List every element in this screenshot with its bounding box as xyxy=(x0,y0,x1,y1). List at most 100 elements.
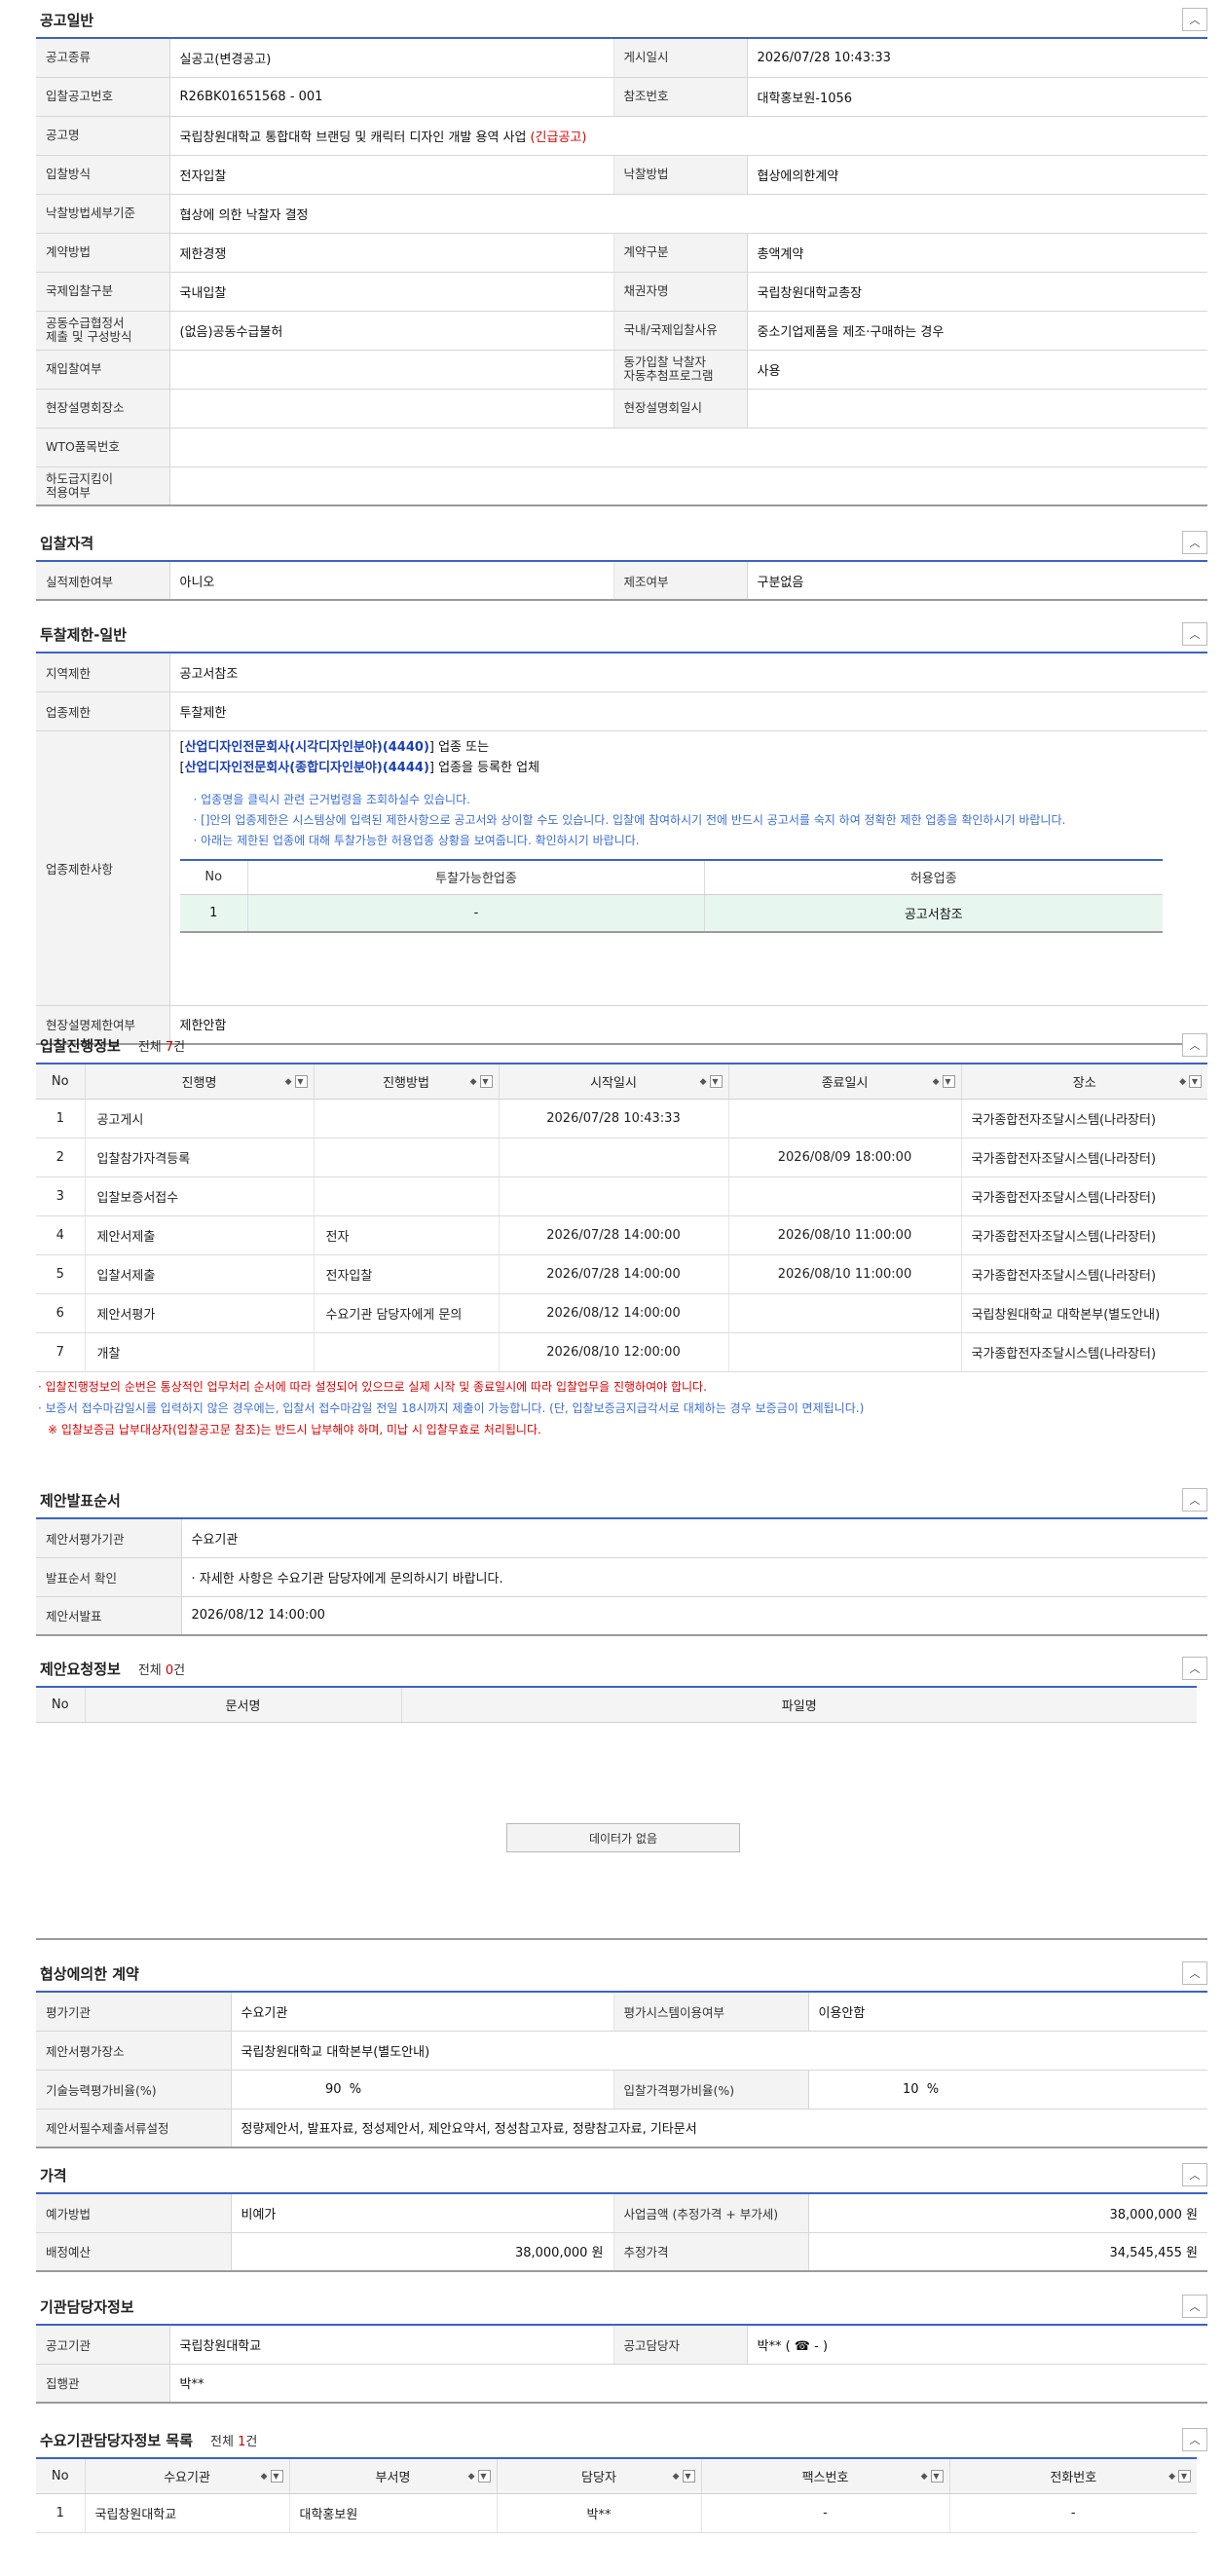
cell: 개찰 xyxy=(85,1332,315,1372)
column-header[interactable]: 전화번호 ◆ ▼ xyxy=(949,2458,1197,2494)
row-label: 공고기관 xyxy=(36,2325,170,2365)
cell: 국가종합전자조달시스템(나라장터) xyxy=(961,1138,1207,1177)
sort-icon[interactable]: ◆ ▼ xyxy=(921,2470,944,2483)
sort-icon[interactable]: ◆ ▼ xyxy=(261,2470,283,2483)
cell: - xyxy=(701,2493,950,2533)
chevron-up-icon[interactable]: ︿ xyxy=(1182,2428,1207,2451)
row-value: 10 % xyxy=(808,2070,1207,2109)
cell: 6 xyxy=(36,1293,86,1333)
table-row[interactable]: 6 제안서평가 수요기관 담당자에게 문의 2026/08/12 14:00:00 국립… xyxy=(36,1293,1207,1333)
cell xyxy=(499,1176,729,1216)
sort-icon[interactable]: ◆ ▼ xyxy=(285,1075,308,1088)
row-value: 아니오 xyxy=(169,561,614,601)
sort-icon[interactable]: ◆ ▼ xyxy=(933,1075,955,1088)
row-value: 이용안함 xyxy=(808,1992,1207,2032)
row-label: 참조번호 xyxy=(613,77,748,117)
chevron-up-icon[interactable]: ︿ xyxy=(1182,1488,1207,1512)
row-label: 평가기관 xyxy=(36,1992,232,2032)
sort-icon[interactable]: ◆ ▼ xyxy=(1168,2470,1191,2483)
table-row: 입찰방식 전자입찰 낙찰방법 협상에의한계약 xyxy=(36,155,1207,195)
sort-icon[interactable]: ◆ ▼ xyxy=(470,1075,493,1088)
chevron-up-icon[interactable]: ︿ xyxy=(1182,2295,1207,2318)
industry-line-1: [산업디자인전문회사(시각디자인분야)(4440)] 업종 또는 xyxy=(179,739,490,755)
cell xyxy=(314,1138,500,1177)
chevron-up-icon[interactable]: ︿ xyxy=(1182,8,1207,31)
cell: 전자입찰 xyxy=(314,1254,500,1294)
sort-icon[interactable]: ◆ ▼ xyxy=(673,2470,695,2483)
section-negotiation: 협상에의한 계약 ︿ 평가기관 수요기관 평가시스템이용여부 이용안함 제안서평… xyxy=(36,1956,1207,2148)
column-header[interactable]: 담당자 ◆ ▼ xyxy=(497,2458,702,2494)
row-value: 공고서참조 xyxy=(169,653,1207,692)
chevron-up-icon[interactable]: ︿ xyxy=(1182,2163,1207,2186)
section-progress: 입찰진행정보 전체 7건 ︿ No 진행명 ◆ ▼ 진행방법 ◆ ▼ 시작일시 ◆ ▼ 종료일시 ◆ ▼ 장… xyxy=(36,1027,1207,1440)
cell: 2 xyxy=(36,1138,86,1177)
table-row[interactable]: 7 개찰 2026/08/10 12:00:00 국가종합전자조달시스템(나라장터) xyxy=(36,1332,1207,1372)
industry-link[interactable]: 산업디자인전문회사(시각디자인분야)(4440) xyxy=(185,740,429,755)
table-row[interactable]: 1 공고게시 2026/07/28 10:43:33 국가종합전자조달시스템(나라장터… xyxy=(36,1099,1207,1139)
column-header[interactable]: 수요기관 ◆ ▼ xyxy=(85,2458,290,2494)
chevron-up-icon[interactable]: ︿ xyxy=(1182,531,1207,554)
row-label: 업종제한사항 xyxy=(36,730,170,1006)
chevron-up-icon[interactable]: ︿ xyxy=(1182,1657,1207,1680)
sort-icon[interactable]: ◆ ▼ xyxy=(700,1075,723,1088)
chevron-up-icon[interactable]: ︿ xyxy=(1182,1033,1207,1057)
cell: 1 xyxy=(36,1099,86,1139)
row-value: 국내입찰 xyxy=(169,272,614,312)
industry-link[interactable]: 산업디자인전문회사(종합디자인분야)(4444) xyxy=(185,761,429,775)
notes-list: 업종명을 클릭시 관련 근거법령을 조회하실수 있습니다. []안의 업종제한은… xyxy=(188,790,1199,851)
row-label: 제안서평가기관 xyxy=(36,1518,182,1558)
row-label: 하도급지킴이 적용여부 xyxy=(36,467,170,506)
column-header[interactable]: No xyxy=(36,2458,86,2494)
row-label: 채권자명 xyxy=(613,272,748,312)
column-header[interactable]: No xyxy=(36,1064,86,1100)
table-row[interactable]: 1 - 공고서참조 xyxy=(179,894,1163,933)
section-title: 가격 xyxy=(40,2166,67,2184)
cell: 전자 xyxy=(314,1215,500,1255)
section-restriction: 투찰제한-일반 ︿ 지역제한 공고서참조 업종제한 투찰제한 업종제한사항 [산… xyxy=(36,616,1207,1045)
column-header[interactable]: 팩스번호 ◆ ▼ xyxy=(701,2458,950,2494)
table-row[interactable]: 2 입찰참가자격등록 2026/08/09 18:00:00 국가종합전자조달시스템(… xyxy=(36,1138,1207,1177)
cell: - xyxy=(247,894,705,933)
row-label: 입찰방식 xyxy=(36,155,170,195)
cell: 국가종합전자조달시스템(나라장터) xyxy=(961,1099,1207,1139)
column-header[interactable]: 진행방법 ◆ ▼ xyxy=(314,1064,500,1100)
info-text: · 보증서 접수마감일시를 입력하지 않은 경우에는, 입찰서 접수마감일 전일… xyxy=(38,1400,865,1415)
row-value: 대학홍보원-1056 xyxy=(747,77,1207,117)
table-row[interactable]: 1 국립창원대학교 대학홍보원 박** - - xyxy=(36,2493,1197,2533)
sort-icon[interactable]: ◆ ▼ xyxy=(1179,1075,1202,1088)
cell: 수요기관 담당자에게 문의 xyxy=(314,1293,500,1333)
row-value: R26BK01651568 - 001 xyxy=(169,77,614,117)
column-header[interactable]: 장소 ◆ ▼ xyxy=(961,1064,1207,1100)
row-value: 국립창원대학교 대학본부(별도안내) xyxy=(231,2031,1207,2071)
column-header: 파일명 xyxy=(401,1687,1197,1723)
cell: 3 xyxy=(36,1176,86,1216)
sort-icon[interactable]: ◆ ▼ xyxy=(468,2470,491,2483)
row-label: 입찰공고번호 xyxy=(36,77,170,117)
column-header[interactable]: 시작일시 ◆ ▼ xyxy=(499,1064,729,1100)
cell: 대학홍보원 xyxy=(289,2493,498,2533)
chevron-up-icon[interactable]: ︿ xyxy=(1182,622,1207,646)
row-value: 34,545,455 원 xyxy=(808,2232,1207,2272)
column-header[interactable]: 진행명 ◆ ▼ xyxy=(85,1064,315,1100)
column-header[interactable]: 종료일시 ◆ ▼ xyxy=(728,1064,962,1100)
cell xyxy=(499,1138,729,1177)
row-label: 낙찰방법세부기준 xyxy=(36,194,170,234)
row-value: 박** ( ☎ - ) xyxy=(747,2325,1207,2365)
cell: 1 xyxy=(179,894,248,933)
row-value xyxy=(169,428,1207,467)
table-row[interactable]: 4 제안서제출 전자 2026/07/28 14:00:00 2026/08/10 11… xyxy=(36,1215,1207,1255)
chevron-up-icon[interactable]: ︿ xyxy=(1182,1961,1207,1985)
restriction-table: 지역제한 공고서참조 업종제한 투찰제한 업종제한사항 [산업디자인전문회사(시… xyxy=(36,652,1207,1045)
section-title: 공고일반 xyxy=(40,11,94,29)
table-row[interactable]: 5 입찰서제출 전자입찰 2026/07/28 14:00:00 2026/08/10 … xyxy=(36,1254,1207,1294)
cell: 2026/08/10 12:00:00 xyxy=(499,1332,729,1372)
row-label: 발표순서 확인 xyxy=(36,1557,182,1597)
row-label: 업종제한 xyxy=(36,691,170,731)
table-row[interactable]: 3 입찰보증서접수 국가종합전자조달시스템(나라장터) xyxy=(36,1176,1207,1216)
row-value: 국립창원대학교 xyxy=(169,2325,614,2365)
row-label: 게시일시 xyxy=(613,38,748,78)
row-label: 계약방법 xyxy=(36,233,170,273)
cell: - xyxy=(949,2493,1197,2533)
column-header[interactable]: 부서명 ◆ ▼ xyxy=(289,2458,498,2494)
table-row: 현장설명회장소 현장설명회일시 xyxy=(36,389,1207,429)
